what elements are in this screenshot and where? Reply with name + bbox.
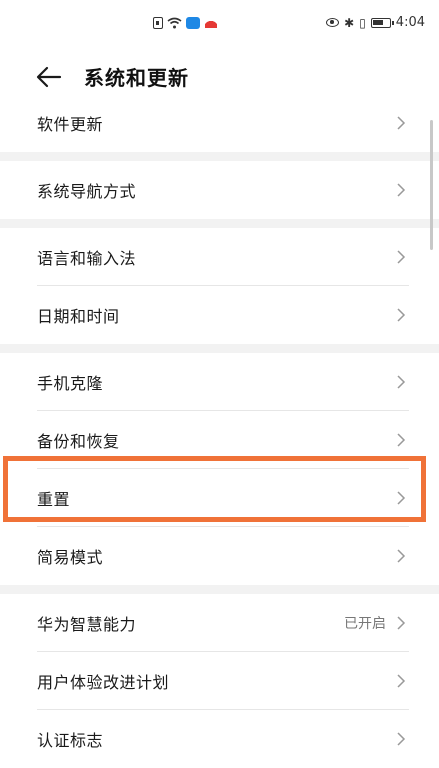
eye-icon	[326, 18, 340, 27]
list-item-reset[interactable]: 重置	[0, 469, 439, 527]
item-label: 简易模式	[37, 548, 104, 567]
wifi-icon	[167, 17, 182, 29]
item-label: 日期和时间	[37, 307, 120, 326]
status-system-icons: ✱ ▯ 4:04	[326, 15, 425, 30]
chevron-right-icon	[397, 116, 406, 130]
list-item-simple-mode[interactable]: 简易模式	[0, 527, 439, 585]
item-label: 备份和恢复	[37, 432, 120, 451]
item-label: 用户体验改进计划	[37, 673, 170, 692]
item-label: 重置	[37, 490, 71, 509]
item-label: 认证标志	[37, 731, 104, 750]
cloud-icon	[186, 17, 200, 29]
item-label: 语言和输入法	[37, 249, 137, 268]
item-label: 手机克隆	[37, 374, 104, 393]
list-item-huawei-ai[interactable]: 华为智慧能力 已开启	[0, 594, 439, 652]
section-gap	[0, 344, 439, 353]
chevron-right-icon	[397, 549, 406, 563]
settings-list: 软件更新 系统导航方式 语言和输入法 日期和时间 手机克隆 备份和恢复 重置 简…	[0, 94, 439, 768]
battery-icon	[370, 17, 394, 28]
chevron-right-icon	[397, 616, 406, 630]
page-title: 系统和更新	[84, 66, 189, 90]
item-label: 软件更新	[37, 115, 104, 134]
list-item-user-experience[interactable]: 用户体验改进计划	[0, 652, 439, 710]
sim-card-icon	[153, 17, 163, 29]
list-item-certification[interactable]: 认证标志	[0, 710, 439, 768]
section-gap	[0, 219, 439, 228]
huawei-icon	[204, 17, 218, 29]
status-notification-icons	[153, 17, 218, 29]
item-status-value: 已开启	[344, 616, 386, 632]
status-time: 4:04	[395, 15, 425, 30]
chevron-right-icon	[397, 674, 406, 688]
chevron-right-icon	[397, 433, 406, 447]
chevron-right-icon	[397, 308, 406, 322]
list-item-system-navigation[interactable]: 系统导航方式	[0, 161, 439, 219]
list-item-language-input[interactable]: 语言和输入法	[0, 228, 439, 286]
status-bar: ✱ ▯ 4:04	[0, 0, 439, 50]
chevron-right-icon	[397, 183, 406, 197]
bluetooth-icon: ✱	[344, 15, 355, 30]
item-label: 系统导航方式	[37, 182, 137, 201]
section-gap	[0, 152, 439, 161]
chevron-right-icon	[397, 491, 406, 505]
chevron-right-icon	[397, 250, 406, 264]
chevron-right-icon	[397, 732, 406, 746]
item-label: 华为智慧能力	[37, 615, 137, 634]
chevron-right-icon	[397, 375, 406, 389]
list-item-backup-restore[interactable]: 备份和恢复	[0, 411, 439, 469]
list-item-software-update[interactable]: 软件更新	[0, 94, 439, 152]
section-gap	[0, 585, 439, 594]
vibrate-icon: ▯	[359, 15, 366, 30]
back-arrow-icon[interactable]	[34, 62, 64, 92]
list-item-phone-clone[interactable]: 手机克隆	[0, 353, 439, 411]
scrollbar[interactable]	[430, 120, 433, 250]
app-header: 系统和更新	[0, 54, 439, 98]
list-item-date-time[interactable]: 日期和时间	[0, 286, 439, 344]
